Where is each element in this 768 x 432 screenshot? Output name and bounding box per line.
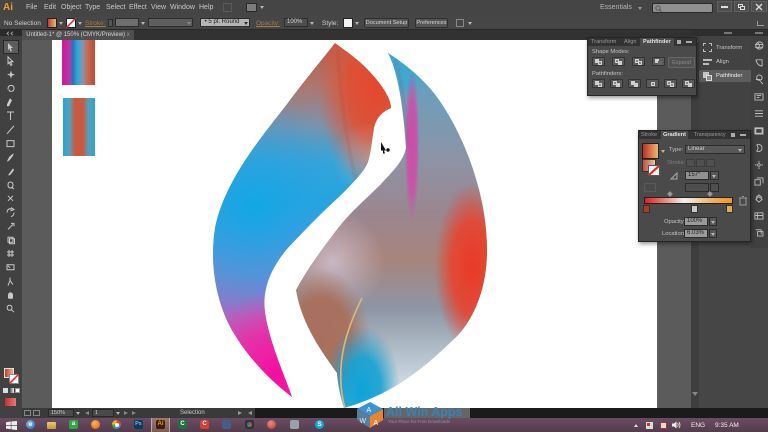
svg-text:W: W bbox=[360, 418, 367, 425]
svg-text:A: A bbox=[367, 407, 372, 414]
svg-text:All Win Apps: All Win Apps bbox=[386, 405, 463, 419]
svg-text:A: A bbox=[374, 420, 379, 427]
svg-text:Your Place for Free Downloads: Your Place for Free Downloads bbox=[388, 419, 451, 424]
